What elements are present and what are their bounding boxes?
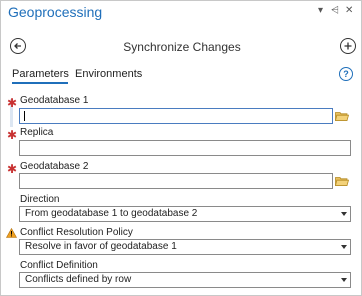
tab-parameters[interactable]: Parameters <box>12 68 69 80</box>
geodatabase1-input[interactable] <box>19 108 333 124</box>
chevron-down-icon <box>341 278 347 282</box>
required-icon: ✱ <box>7 96 18 110</box>
required-icon: ✱ <box>7 162 18 176</box>
folder-browse-icon[interactable] <box>335 176 349 186</box>
conflict-policy-label: Conflict Resolution Policy <box>20 227 133 238</box>
conflict-definition-select[interactable]: Conflicts defined by row <box>19 272 351 288</box>
replica-label: Replica <box>20 127 54 138</box>
pane-titlebar: Geoprocessing ▾ ⩤ ✕ <box>1 1 361 23</box>
replica-input[interactable] <box>19 140 351 156</box>
active-tab-indicator <box>12 82 68 84</box>
direction-select[interactable]: From geodatabase 1 to geodatabase 2 <box>19 206 351 222</box>
tool-title: Synchronize Changes <box>123 40 241 54</box>
conflict-policy-select[interactable]: Resolve in favor of geodatabase 1 <box>19 239 351 255</box>
help-icon[interactable]: ? <box>339 67 353 81</box>
warning-icon <box>6 228 17 238</box>
folder-browse-icon[interactable] <box>335 111 349 121</box>
direction-label: Direction <box>20 194 60 205</box>
pane-title: Geoprocessing <box>8 4 103 20</box>
direction-value: From geodatabase 1 to geodatabase 2 <box>25 208 198 219</box>
conflict-definition-value: Conflicts defined by row <box>25 274 132 285</box>
required-icon: ✱ <box>7 128 18 142</box>
auto-hide-icon[interactable]: ⩤ <box>331 5 339 17</box>
geodatabase1-label: Geodatabase 1 <box>20 95 89 106</box>
tab-environments[interactable]: Environments <box>75 68 142 80</box>
plus-icon <box>344 42 352 50</box>
text-caret <box>24 111 25 121</box>
conflict-policy-value: Resolve in favor of geodatabase 1 <box>25 241 177 252</box>
geodatabase2-label: Geodatabase 2 <box>20 161 89 172</box>
chevron-down-icon <box>341 245 347 249</box>
pane-options-icon[interactable]: ▾ <box>318 5 323 17</box>
conflict-definition-label: Conflict Definition <box>20 260 98 271</box>
geoprocessing-pane: Geoprocessing ▾ ⩤ ✕ Synchronize Changes … <box>0 0 362 296</box>
close-icon[interactable]: ✕ <box>345 5 353 17</box>
geodatabase2-input[interactable] <box>19 173 333 189</box>
add-button[interactable] <box>340 38 356 54</box>
chevron-down-icon <box>341 212 347 216</box>
